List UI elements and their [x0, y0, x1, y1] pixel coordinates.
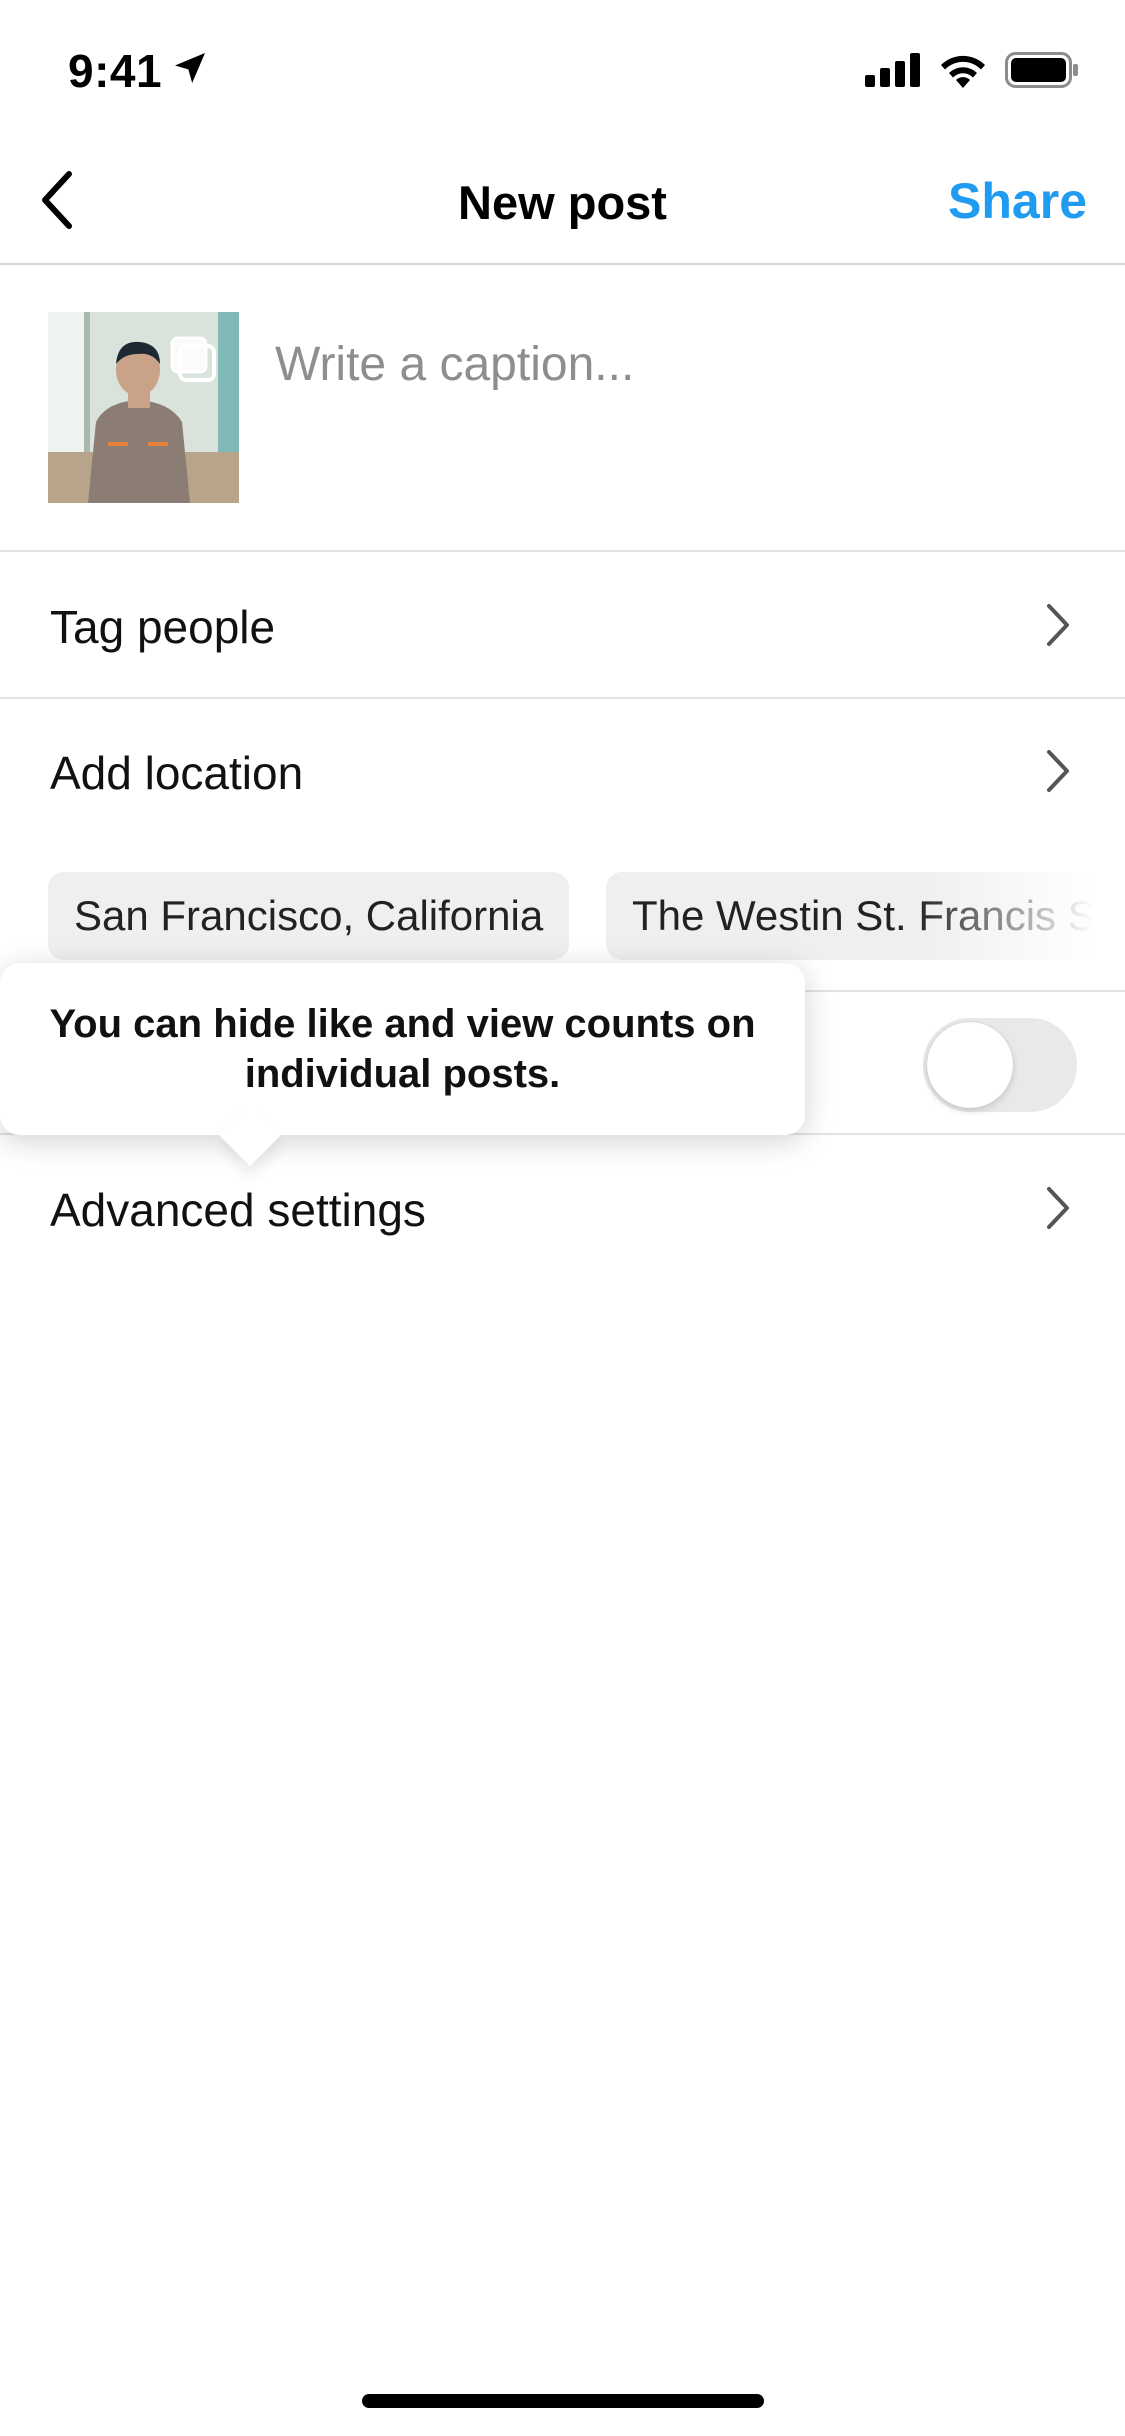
status-time: 9:41 [68, 45, 163, 97]
status-icons [865, 52, 1079, 88]
advanced-settings-label: Advanced settings [50, 1184, 426, 1236]
header-bar: New post Share [0, 135, 1125, 265]
add-location-label: Add location [50, 747, 304, 799]
multiple-photos-icon [170, 336, 216, 382]
cellular-signal-icon [865, 53, 920, 87]
add-location-row[interactable]: Add location [0, 700, 1125, 845]
tag-people-row[interactable]: Tag people [0, 554, 1125, 699]
wifi-icon [941, 55, 985, 88]
home-indicator[interactable] [362, 2394, 764, 2408]
status-bar: 9:41 [0, 0, 1125, 135]
advanced-settings-row[interactable]: Advanced settings [0, 1137, 1125, 1282]
toggle-knob [927, 1022, 1013, 1108]
chevron-right-icon [1047, 604, 1069, 646]
share-button[interactable]: Share [948, 172, 1087, 230]
location-suggestions: San Francisco, California The Westin St.… [0, 872, 1125, 962]
hide-like-counts-toggle[interactable] [923, 1018, 1077, 1112]
location-chip[interactable]: The Westin St. Francis Sa [606, 872, 1125, 960]
chevron-right-icon [1047, 750, 1069, 792]
chevron-right-icon [1047, 1187, 1069, 1229]
tooltip[interactable]: You can hide like and view counts on ind… [0, 963, 805, 1167]
caption-input[interactable] [275, 337, 1075, 392]
caption-section [0, 267, 1125, 552]
tooltip-text: You can hide like and view counts on ind… [49, 1002, 756, 1096]
tag-people-label: Tag people [50, 601, 276, 653]
post-thumbnail[interactable] [48, 312, 239, 503]
location-arrow-icon [175, 53, 205, 83]
location-chip[interactable]: San Francisco, California [48, 872, 570, 960]
battery-icon [1005, 52, 1078, 88]
